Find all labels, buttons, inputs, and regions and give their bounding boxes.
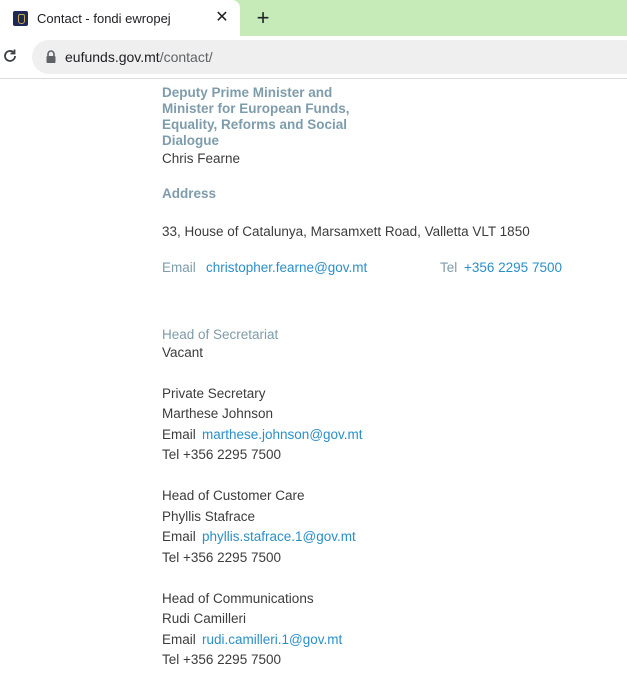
tab-strip: Contact - fondi ewropej ✕ + [0,0,627,36]
staff-name: Marthese Johnson [162,406,274,421]
staff-tel: Tel +356 2295 7500 [162,652,281,667]
staff-email-label: Email [162,427,196,442]
secretariat-name: Vacant [162,345,204,360]
main-email-link[interactable]: christopher.fearne@gov.mt [206,260,367,275]
url-host: eufunds.gov.mt [65,49,160,65]
address-value: 33, House of Catalunya, Marsamxett Road,… [162,224,530,239]
reload-icon[interactable] [0,46,20,66]
staff-role: Head of Communications [162,591,314,606]
staff-tel: Tel +356 2295 7500 [162,550,281,565]
staff-name: Rudi Camilleri [162,611,247,626]
staff-role: Head of Customer Care [162,488,305,503]
staff-email-link[interactable]: phyllis.stafrace.1@gov.mt [202,529,356,544]
close-tab-icon[interactable]: ✕ [212,8,232,28]
secretariat-heading: Head of Secretariat [162,327,279,342]
main-tel-link[interactable]: +356 2295 7500 [464,260,562,275]
staff-tel: Tel +356 2295 7500 [162,447,281,462]
staff-email-link[interactable]: marthese.johnson@gov.mt [202,427,363,442]
main-tel-label: Tel [440,260,458,275]
browser-tab[interactable]: Contact - fondi ewropej ✕ [0,0,240,36]
lock-icon [46,50,56,63]
minister-title: Deputy Prime Minister and Minister for E… [162,85,350,148]
address-bar[interactable]: eufunds.gov.mt/contact/ [32,40,627,74]
staff-email-label: Email [162,529,196,544]
staff-name: Phyllis Stafrace [162,509,256,524]
tab-title: Contact - fondi ewropej [37,11,171,26]
url-text: eufunds.gov.mt/contact/ [65,49,213,65]
staff-email-link[interactable]: rudi.camilleri.1@gov.mt [202,632,342,647]
staff-email-label: Email [162,632,196,647]
browser-toolbar: eufunds.gov.mt/contact/ [0,36,627,79]
minister-name: Chris Fearne [162,151,241,166]
site-favicon-icon [13,11,28,26]
main-email-label: Email [162,260,196,275]
staff-role: Private Secretary [162,386,266,401]
new-tab-button[interactable]: + [252,7,274,29]
address-heading: Address [162,186,217,201]
url-path: /contact/ [159,49,213,65]
